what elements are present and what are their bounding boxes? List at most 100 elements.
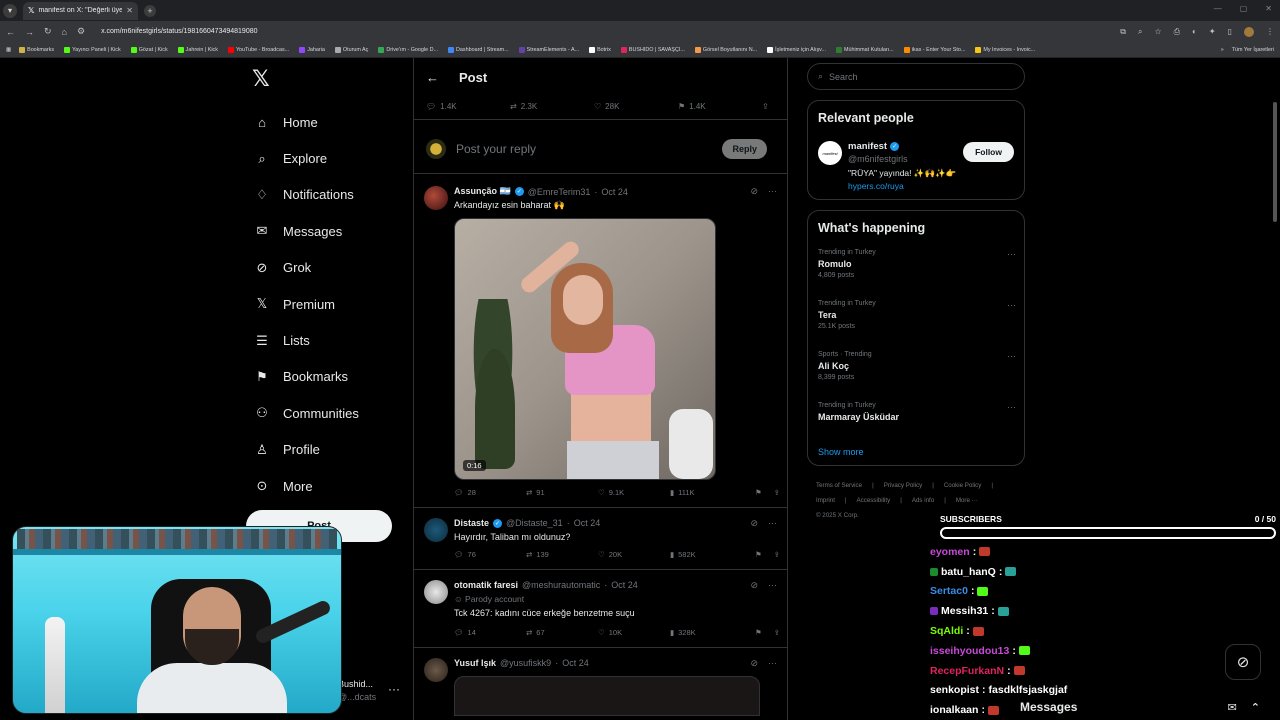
bookmark-count[interactable]: ⚑ 1.4K	[678, 102, 762, 111]
like-count[interactable]: ♡ 28K	[594, 102, 678, 111]
tab-close-icon[interactable]: ✕	[126, 6, 133, 15]
footer-link[interactable]: Terms of Service	[816, 482, 862, 489]
bookmark-icon[interactable]: ⚑	[755, 628, 762, 637]
chat-username[interactable]: isseihyoudou13	[930, 645, 1009, 657]
grok-icon[interactable]: ⊘	[750, 658, 758, 669]
author-handle[interactable]: @yusufiskk9	[500, 658, 551, 668]
reply-button[interactable]: Reply	[722, 138, 767, 159]
more-icon[interactable]: ···	[1007, 402, 1016, 412]
account-more-icon[interactable]: ···	[388, 682, 400, 696]
new-message-icon[interactable]: ✉	[1228, 701, 1237, 714]
grok-icon[interactable]: ⊘	[750, 186, 758, 197]
author-name[interactable]: otomatik faresi	[454, 580, 518, 590]
author-handle[interactable]: @Distaste_31	[506, 518, 563, 528]
home-browser-icon[interactable]: ⌂	[62, 27, 67, 37]
footer-link[interactable]: Cookie Policy	[944, 482, 982, 489]
avatar[interactable]	[424, 580, 448, 604]
grok-button-icon[interactable]: ⊘	[1225, 644, 1261, 680]
more-icon[interactable]: ···	[1007, 300, 1016, 310]
more-icon[interactable]: ···	[1007, 351, 1016, 361]
tweet-date[interactable]: Oct 24	[601, 187, 628, 197]
tweet-date[interactable]: Oct 24	[574, 518, 601, 528]
install-icon[interactable]: ⧉	[1120, 27, 1126, 37]
author-handle[interactable]: @meshurautomatic	[522, 580, 600, 590]
page-scrollbar[interactable]	[1271, 58, 1279, 720]
nav-item-bookmarks[interactable]: ⚑ Bookmarks	[253, 359, 359, 395]
forward-icon[interactable]: →	[25, 27, 34, 37]
reply-action[interactable]: 💬︎ 14	[454, 628, 526, 637]
more-icon[interactable]: ···	[768, 518, 777, 529]
repost-count[interactable]: ⇄ 2.3K	[510, 102, 594, 111]
views-action[interactable]: ▮ 111K	[670, 488, 742, 497]
bookmark-item[interactable]: Drive'ım - Google D...	[378, 46, 438, 53]
like-action[interactable]: ♡ 10K	[598, 628, 670, 637]
reply-action[interactable]: 💬︎ 76	[454, 550, 526, 559]
video-player[interactable]: 0:16	[454, 218, 716, 480]
trend-item[interactable]: Sports · Trending Ali Koç 8,399 posts ··…	[818, 351, 1016, 381]
url-field[interactable]: x.com/m6nifestgirls/status/1981660473494…	[101, 28, 1110, 35]
author-name[interactable]: Assunção 🇦🇷	[454, 186, 511, 197]
nav-item-more[interactable]: ⊙ More	[253, 468, 359, 504]
relevant-name[interactable]: manifest ✓	[848, 141, 900, 152]
nav-item-premium[interactable]: 𝕏 Premium	[253, 286, 359, 322]
nav-item-messages[interactable]: ✉ Messages	[253, 213, 359, 249]
expand-chevron-icon[interactable]: ⌃	[1251, 701, 1260, 714]
bookmark-item[interactable]: Yayıncı Paneli | Kick	[64, 46, 121, 53]
split-icon[interactable]: ▯	[1228, 27, 1232, 37]
footer-link[interactable]: Accessibility	[857, 497, 891, 504]
reply-tweet[interactable]: otomatik faresi @meshurautomatic · Oct 2…	[414, 570, 787, 648]
reply-tweet[interactable]: Distaste ✓ @Distaste_31 · Oct 24 ⊘ ··· Ha…	[414, 508, 787, 570]
bookmark-item[interactable]: StreamElements - A...	[518, 46, 579, 53]
bookmark-item[interactable]: Gözat | Kick	[130, 46, 168, 53]
nav-item-profile[interactable]: ♙ Profile	[253, 432, 359, 468]
author-handle[interactable]: @EmreTerim31	[528, 187, 591, 197]
more-icon[interactable]: ···	[1007, 249, 1016, 259]
trend-item[interactable]: Trending in Turkey Marmaray Üsküdar ···	[818, 402, 1016, 425]
trend-item[interactable]: Trending in Turkey Tera 25.1K posts ···	[818, 300, 1016, 330]
tweet-date[interactable]: Oct 24	[611, 580, 638, 590]
grok-icon[interactable]: ⊘	[750, 580, 758, 591]
reply-tweet[interactable]: Assunção 🇦🇷 ✓ @EmreTerim31 · Oct 24 ⊘ ···…	[414, 176, 787, 508]
footer-link[interactable]: More ···	[956, 497, 978, 504]
back-arrow-icon[interactable]: ←	[426, 70, 439, 85]
reply-tweet[interactable]: Yusuf Işık @yusufiskk9 · Oct 24 ⊘ ···	[414, 648, 787, 720]
footer-link[interactable]: © 2025 X Corp.	[816, 512, 859, 519]
tab-search-icon[interactable]: ▾	[3, 3, 17, 18]
repost-action[interactable]: ⇄ 139	[526, 550, 598, 559]
bookmark-icon[interactable]: ⚑	[755, 550, 762, 559]
bookmark-item[interactable]: Dashboard | Stream...	[448, 46, 509, 53]
x-logo-icon[interactable]: 𝕏	[252, 66, 270, 92]
bookmark-item[interactable]: My Invoices - Invoic...	[975, 46, 1035, 53]
minimize-icon[interactable]: —	[1214, 4, 1222, 13]
bookmark-item[interactable]: Oturum Aç	[334, 46, 368, 53]
tweet-date[interactable]: Oct 24	[562, 658, 589, 668]
close-window-icon[interactable]: ✕	[1265, 4, 1272, 13]
like-action[interactable]: ♡ 9.1K	[598, 488, 670, 497]
follow-button[interactable]: Follow	[963, 142, 1014, 162]
chat-username[interactable]: Sertac0	[930, 585, 968, 597]
chat-username[interactable]: SqAldi	[930, 625, 963, 637]
browser-menu-icon[interactable]: ⋮	[1266, 27, 1274, 37]
like-action[interactable]: ♡ 20K	[598, 550, 670, 559]
bookmark-icon[interactable]: ⚑	[755, 488, 762, 497]
bookmark-item[interactable]: YouTube - Broadcas...	[227, 46, 289, 53]
show-more-link[interactable]: Show more	[818, 447, 864, 457]
reply-count[interactable]: 💬︎ 1.4K	[426, 102, 510, 111]
reply-input[interactable]: Post your reply	[456, 142, 722, 156]
bookmark-item[interactable]: İşletmeniz için Alışv...	[767, 46, 826, 53]
relevant-handle[interactable]: @m6nifestgirls	[848, 154, 908, 164]
apps-grid-icon[interactable]: ▦	[6, 47, 11, 53]
share-icon[interactable]: ⇪	[774, 628, 780, 637]
footer-link[interactable]: Ads info	[912, 497, 934, 504]
back-icon[interactable]: ←	[6, 27, 15, 37]
avatar[interactable]	[424, 658, 448, 682]
share-icon[interactable]: ⇪	[762, 102, 769, 111]
repost-action[interactable]: ⇄ 67	[526, 628, 598, 637]
account-name[interactable]: Bushid...	[338, 679, 373, 689]
scroll-thumb[interactable]	[1273, 102, 1277, 222]
nav-item-grok[interactable]: ⊘ Grok	[253, 250, 359, 286]
bookmark-item[interactable]: ikas - Enter Your Sto...	[903, 46, 965, 53]
more-icon[interactable]: ···	[768, 186, 777, 197]
chat-username[interactable]: RecepFurkanN	[930, 665, 1004, 677]
bookmark-item[interactable]: Bookmarks	[19, 46, 54, 53]
